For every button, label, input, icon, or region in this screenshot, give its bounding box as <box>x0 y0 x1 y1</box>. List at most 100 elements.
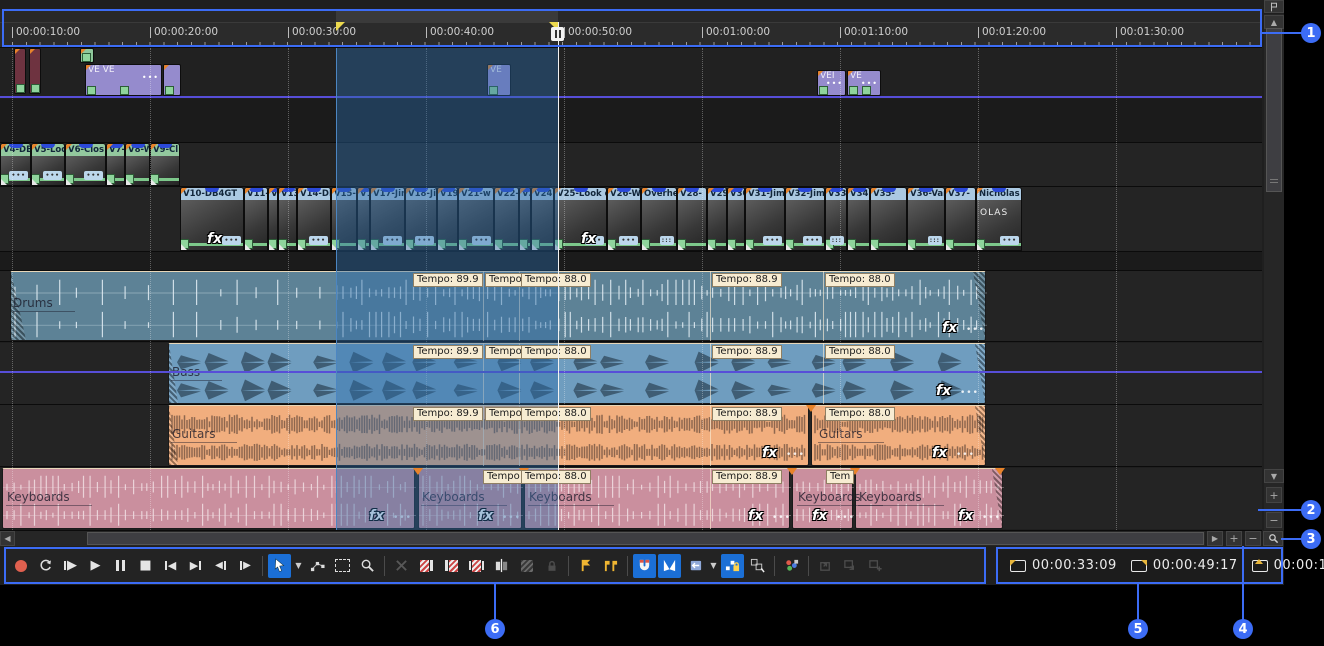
zoom-edit-tool-button[interactable] <box>356 554 379 578</box>
bus-envelope-line[interactable] <box>0 371 1262 373</box>
video-event-clip[interactable]: V6-Clos••• <box>65 143 106 186</box>
normal-edit-tool-button[interactable] <box>268 554 291 578</box>
vscroll-down-arrow[interactable]: ▼ <box>1264 469 1284 483</box>
event-fx-badge[interactable]: fx <box>762 446 777 460</box>
video-event-clip[interactable]: V25-Look do•••fx <box>554 187 607 251</box>
play-button[interactable]: ▶ <box>84 554 107 578</box>
video-event-clip[interactable]: V36-Var::: <box>907 187 945 251</box>
playhead-cursor[interactable] <box>558 22 559 530</box>
selection-length-timecode[interactable]: 00:00:16:08 <box>1252 558 1324 573</box>
ignore-event-grouping-button[interactable] <box>746 554 769 578</box>
time-selection-overlay[interactable] <box>336 48 559 530</box>
event-menu-dots[interactable]: ::: <box>660 236 674 245</box>
track-height-zoom-out-button[interactable]: − <box>1266 512 1282 528</box>
mini-event-clip[interactable] <box>29 48 41 94</box>
envelope-edit-tool-button[interactable] <box>306 554 329 578</box>
tempo-marker[interactable]: Tempo: 88.0 <box>521 470 591 484</box>
timeline-zoom-out-button[interactable]: − <box>1245 531 1261 546</box>
zoom-tool-corner-button[interactable] <box>1263 531 1283 546</box>
event-menu-dots[interactable]: ••• <box>966 326 985 335</box>
vscroll-thumb[interactable] <box>1266 28 1282 192</box>
event-menu-dots[interactable]: ••• <box>309 236 328 245</box>
event-fx-badge[interactable]: fx <box>748 509 763 523</box>
envelope-handle[interactable] <box>16 84 25 93</box>
event-fx-badge[interactable]: fx <box>958 509 973 523</box>
play-from-start-button[interactable]: ▶ <box>59 554 82 578</box>
hscroll-thumb[interactable] <box>87 532 1204 545</box>
mini-event-clip[interactable]: VE••• <box>847 70 881 96</box>
event-fx-badge[interactable]: fx <box>932 446 947 460</box>
split-button[interactable] <box>490 554 513 578</box>
envelope-handle[interactable] <box>862 86 871 95</box>
hscroll-right-arrow[interactable]: ▶ <box>1207 531 1223 546</box>
trim-start-button[interactable] <box>415 554 438 578</box>
envelope-handle[interactable] <box>819 86 828 95</box>
envelope-handle[interactable] <box>82 53 91 62</box>
time-ruler[interactable]: 00:00:10:0000:00:20:0000:00:30:0000:00:4… <box>0 22 1262 48</box>
go-to-start-button[interactable]: ◀ <box>159 554 182 578</box>
video-event-clip[interactable]: V12 <box>268 187 278 251</box>
envelope-handle[interactable] <box>849 86 858 95</box>
envelope-handle[interactable] <box>165 86 174 95</box>
video-event-clip[interactable]: V5-Loo••• <box>31 143 65 186</box>
lock-envelopes-button[interactable] <box>721 554 744 578</box>
tempo-marker[interactable]: Tempo: 89.9 <box>413 345 483 359</box>
event-menu-dots[interactable]: ••• <box>960 389 979 398</box>
playhead-handle[interactable] <box>551 27 564 41</box>
mini-event-clip[interactable]: VEI••• <box>817 70 846 96</box>
trim-end-button[interactable] <box>440 554 463 578</box>
video-event-clip[interactable]: V37- <box>945 187 976 251</box>
video-event-clip[interactable]: V33-B::: <box>825 187 847 251</box>
video-event-clip[interactable]: V14-DB••• <box>297 187 331 251</box>
insert-region-button[interactable] <box>599 554 622 578</box>
ripple-edit-mode-button[interactable] <box>683 554 706 578</box>
auto-ripple-button[interactable] <box>658 554 681 578</box>
insert-marker-button[interactable] <box>574 554 597 578</box>
trim-event-button[interactable] <box>465 554 488 578</box>
tempo-marker[interactable]: Tempo <box>485 407 526 421</box>
mixer-button[interactable] <box>780 554 803 578</box>
enable-snapping-button[interactable] <box>633 554 656 578</box>
tempo-marker[interactable]: Tempo <box>483 470 524 484</box>
event-fx-badge[interactable]: fx <box>581 232 596 246</box>
event-mute-button[interactable] <box>515 554 538 578</box>
lock-event-button[interactable] <box>540 554 563 578</box>
event-menu-dots[interactable]: ••• <box>763 236 782 245</box>
mini-event-clip[interactable] <box>14 48 26 94</box>
envelope-handle[interactable] <box>31 84 40 93</box>
event-menu-dots[interactable]: ••• <box>786 451 805 460</box>
event-menu-dots[interactable]: ::: <box>830 236 844 245</box>
selection-edit-tool-button[interactable] <box>331 554 354 578</box>
event-menu-dots[interactable]: ••• <box>43 171 62 180</box>
tempo-marker[interactable]: Tempo: 89.9 <box>413 273 483 287</box>
vscroll-up-arrow[interactable]: ▲ <box>1264 15 1284 29</box>
video-event-clip[interactable]: V30 <box>727 187 745 251</box>
mini-event-clip[interactable] <box>163 64 181 96</box>
loop-playback-button[interactable] <box>34 554 57 578</box>
envelope-handle[interactable] <box>120 86 129 95</box>
event-fx-badge[interactable]: fx <box>936 384 951 398</box>
video-event-clip[interactable]: V29 <box>707 187 727 251</box>
mini-event-clip[interactable] <box>80 48 94 63</box>
tempo-marker[interactable]: Tempo: 88.9 <box>712 470 782 484</box>
video-event-clip[interactable]: NicholasOLAS••• <box>976 187 1022 251</box>
tempo-marker[interactable]: Tempo: 88.0 <box>825 407 895 421</box>
tempo-marker[interactable]: Tempo: 88.0 <box>825 273 895 287</box>
pause-button[interactable] <box>109 554 132 578</box>
delete-button[interactable] <box>390 554 413 578</box>
stop-button[interactable]: ■ <box>134 554 157 578</box>
tempo-marker[interactable]: Tempo: 89.9 <box>413 407 483 421</box>
edit-tool-dropdown[interactable]: ▼ <box>293 554 304 578</box>
loop-region-segment[interactable] <box>336 10 558 22</box>
event-menu-dots[interactable]: ••• <box>803 236 822 245</box>
tempo-marker[interactable]: Tempo: 88.0 <box>521 273 591 287</box>
video-event-clip[interactable]: V31-Jim••• <box>745 187 785 251</box>
event-menu-dots[interactable]: ••• <box>222 236 241 245</box>
video-event-clip[interactable]: V35- <box>870 187 907 251</box>
insert-event-button[interactable] <box>864 554 887 578</box>
event-fx-badge[interactable]: fx <box>207 232 222 246</box>
event-menu-dots[interactable]: ••• <box>84 171 103 180</box>
event-menu-dots[interactable]: ••• <box>772 514 791 523</box>
event-menu-dots[interactable]: ::: <box>928 236 942 245</box>
tempo-marker[interactable]: Tempo: 88.9 <box>712 407 782 421</box>
